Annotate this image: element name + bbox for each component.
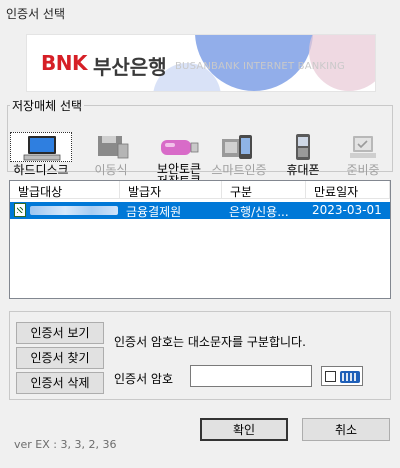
removable-disk-icon — [80, 132, 142, 162]
banner-subtitle: BUSANBANK INTERNET BANKING — [175, 61, 345, 72]
virtual-keyboard-toggle[interactable] — [321, 366, 363, 386]
view-certificate-button[interactable]: 인증서 보기 — [16, 322, 104, 344]
media-label: 휴대폰 — [286, 163, 320, 177]
password-input[interactable] — [190, 365, 312, 387]
virtual-keyboard-icon — [340, 371, 360, 383]
certificate-list[interactable]: 발급대상 발급자 구분 만료일자 금융결제원 은행/신용... 2023-03-… — [9, 180, 391, 299]
find-certificate-button[interactable]: 인증서 찾기 — [16, 347, 104, 369]
ok-button[interactable]: 확인 — [200, 418, 288, 441]
password-label: 인증서 암호 — [114, 372, 174, 386]
media-preparing[interactable]: 준비중 — [332, 132, 394, 182]
media-smart-auth[interactable]: 스마트인증 — [208, 132, 270, 182]
hard-disk-icon — [10, 132, 72, 162]
window-title: 인증서 선택 — [6, 7, 66, 21]
row-type: 은행/신용... — [229, 205, 289, 219]
security-token-icon — [148, 132, 210, 162]
column-issuer[interactable]: 발급자 — [120, 181, 222, 199]
storage-media-group: 저장매체 선택 하드디스크 이동식 보안토큰 스마트인증 휴대폰 준비중 — [7, 97, 393, 187]
redacted-subject — [30, 206, 118, 215]
cancel-button[interactable]: 취소 — [302, 418, 390, 441]
media-mobile-phone[interactable]: 휴대폰 — [272, 132, 334, 182]
row-expiry: 2023-03-01 — [312, 203, 382, 217]
bnk-logo: BNK — [41, 51, 87, 75]
row-issuer: 금융결제원 — [126, 205, 182, 219]
bank-banner: BNK 부산은행 BUSANBANK INTERNET BANKING — [26, 34, 376, 92]
mobile-phone-icon — [272, 132, 334, 162]
certificate-list-header: 발급대상 발급자 구분 만료일자 — [10, 181, 390, 199]
column-type[interactable]: 구분 — [222, 181, 306, 199]
bank-name: 부산은행 — [93, 55, 167, 79]
smart-auth-icon — [208, 132, 270, 162]
media-label: 하드디스크 — [13, 163, 69, 177]
title-bar: 인증서 선택 — [0, 0, 400, 28]
certificate-icon — [14, 203, 26, 217]
media-removable[interactable]: 이동식 — [80, 132, 142, 182]
table-row[interactable]: 금융결제원 은행/신용... 2023-03-01 — [10, 202, 390, 219]
delete-certificate-button[interactable]: 인증서 삭제 — [16, 372, 104, 394]
preparing-icon — [332, 132, 394, 162]
version-label: ver EX : 3, 3, 2, 36 — [14, 438, 117, 451]
keyboard-checkbox[interactable] — [325, 371, 336, 382]
media-security-token[interactable]: 보안토큰 저장토큰 — [148, 132, 210, 187]
storage-media-legend: 저장매체 선택 — [12, 99, 83, 113]
media-label: 스마트인증 — [211, 163, 267, 177]
column-expiry[interactable]: 만료일자 — [306, 181, 390, 199]
media-label: 이동식 — [94, 163, 128, 177]
media-label: 준비중 — [346, 163, 380, 177]
media-hard-disk[interactable]: 하드디스크 — [10, 132, 72, 182]
password-hint: 인증서 암호는 대소문자를 구분합니다. — [114, 335, 306, 349]
column-subject[interactable]: 발급대상 — [10, 181, 120, 199]
